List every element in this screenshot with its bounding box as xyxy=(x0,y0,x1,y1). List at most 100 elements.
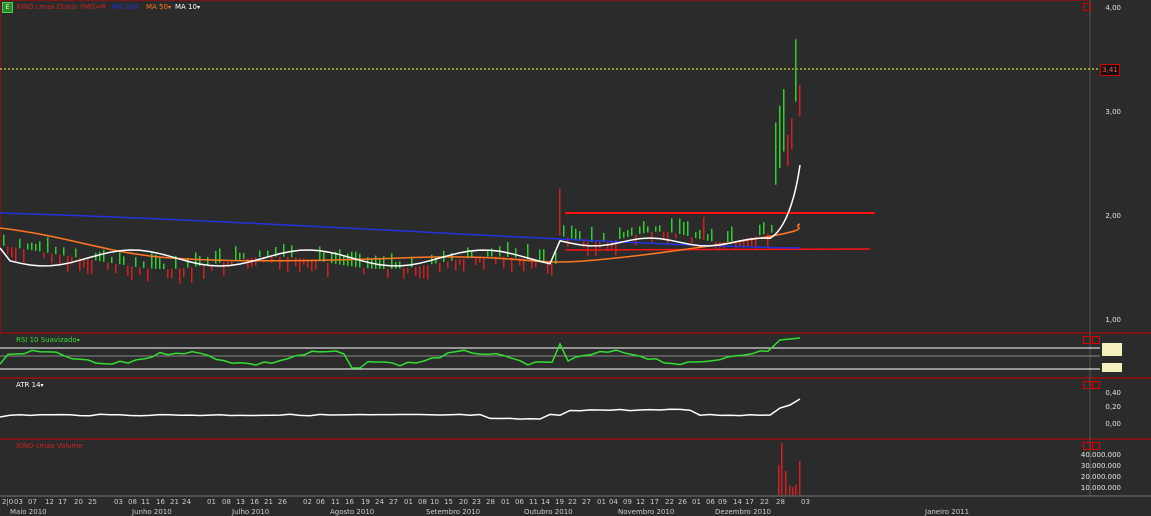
candle[interactable] xyxy=(791,118,793,150)
candle[interactable] xyxy=(295,257,297,267)
candle[interactable] xyxy=(771,224,773,233)
candle[interactable] xyxy=(527,243,529,260)
chart-canvas[interactable] xyxy=(0,0,1151,516)
candle[interactable] xyxy=(599,241,601,249)
volume-bars[interactable] xyxy=(778,443,801,495)
candle[interactable] xyxy=(87,259,89,275)
candle[interactable] xyxy=(131,266,133,281)
candle[interactable] xyxy=(171,268,173,279)
candle[interactable] xyxy=(507,241,509,257)
candle[interactable] xyxy=(387,269,389,279)
ma50-label[interactable]: MA 50▾ xyxy=(146,3,171,11)
ma10-label[interactable]: MA 10▾ xyxy=(175,3,200,11)
chevron-down-icon[interactable]: ▾ xyxy=(168,4,171,11)
candle[interactable] xyxy=(123,256,125,265)
candle[interactable] xyxy=(167,269,169,278)
candle[interactable] xyxy=(47,237,49,253)
chevron-down-icon[interactable]: ▾ xyxy=(197,4,200,11)
candle[interactable] xyxy=(191,267,193,283)
candle[interactable] xyxy=(127,265,129,276)
candle[interactable] xyxy=(203,265,205,279)
candle[interactable] xyxy=(639,226,641,234)
candle[interactable] xyxy=(339,249,341,265)
candle[interactable] xyxy=(647,226,649,233)
candle[interactable] xyxy=(427,264,429,280)
app-icon[interactable]: E xyxy=(2,2,13,13)
candle[interactable] xyxy=(23,248,25,263)
candle[interactable] xyxy=(99,251,101,262)
candle[interactable] xyxy=(251,257,253,267)
candle[interactable] xyxy=(11,247,13,258)
candle[interactable] xyxy=(763,222,765,235)
candle[interactable] xyxy=(487,251,489,257)
candle[interactable] xyxy=(483,256,485,270)
candle[interactable] xyxy=(75,248,77,258)
candle[interactable] xyxy=(683,221,685,235)
candle[interactable] xyxy=(643,221,645,234)
candle[interactable] xyxy=(583,240,585,248)
close-icon[interactable] xyxy=(1092,442,1100,450)
ma200-label[interactable]: MA 200 xyxy=(112,3,138,11)
candle[interactable] xyxy=(563,225,565,237)
candle[interactable] xyxy=(239,252,241,260)
volume-bar[interactable] xyxy=(781,443,783,495)
chevron-down-icon[interactable]: ▾ xyxy=(41,382,44,389)
candle[interactable] xyxy=(727,231,729,242)
candle[interactable] xyxy=(311,259,313,272)
candle[interactable] xyxy=(179,268,181,284)
candle[interactable] xyxy=(255,257,257,266)
candle[interactable] xyxy=(695,232,697,239)
candle[interactable] xyxy=(407,267,409,274)
candle[interactable] xyxy=(571,225,573,239)
candle[interactable] xyxy=(143,261,145,268)
candle[interactable] xyxy=(627,230,629,237)
candle[interactable] xyxy=(703,217,705,240)
candle[interactable] xyxy=(515,248,517,258)
candle[interactable] xyxy=(731,226,733,242)
candle[interactable] xyxy=(455,260,457,271)
candle[interactable] xyxy=(447,261,449,269)
candle[interactable] xyxy=(539,249,541,262)
candle[interactable] xyxy=(547,262,549,274)
candle[interactable] xyxy=(315,260,317,270)
candle[interactable] xyxy=(35,244,37,251)
candle[interactable] xyxy=(675,233,677,239)
candle[interactable] xyxy=(267,250,269,257)
candle[interactable] xyxy=(551,263,553,276)
candle[interactable] xyxy=(119,252,121,265)
candle[interactable] xyxy=(27,243,29,250)
candle[interactable] xyxy=(423,265,425,279)
candle[interactable] xyxy=(391,253,393,269)
candle[interactable] xyxy=(283,243,285,257)
candle[interactable] xyxy=(215,251,217,264)
candle[interactable] xyxy=(463,258,465,272)
candle[interactable] xyxy=(259,250,261,258)
candle[interactable] xyxy=(699,229,701,240)
candle[interactable] xyxy=(543,249,545,262)
candle[interactable] xyxy=(631,227,633,236)
volume-bar[interactable] xyxy=(792,487,794,495)
candle[interactable] xyxy=(775,122,777,185)
candle[interactable] xyxy=(795,39,797,102)
candle[interactable] xyxy=(707,233,709,241)
volume-bar[interactable] xyxy=(799,461,801,495)
candle[interactable] xyxy=(687,221,689,236)
candle[interactable] xyxy=(787,134,789,167)
candle[interactable] xyxy=(111,256,113,264)
candle[interactable] xyxy=(331,252,333,264)
candle[interactable] xyxy=(619,227,621,239)
candle[interactable] xyxy=(103,249,105,262)
candle[interactable] xyxy=(303,258,305,265)
candle[interactable] xyxy=(107,262,109,270)
candle[interactable] xyxy=(759,224,761,236)
candle[interactable] xyxy=(399,261,401,269)
candle[interactable] xyxy=(55,246,57,255)
candle[interactable] xyxy=(403,268,405,279)
candle[interactable] xyxy=(279,256,281,270)
candle[interactable] xyxy=(623,232,625,238)
candle[interactable] xyxy=(223,262,225,276)
candle[interactable] xyxy=(711,228,713,242)
price-pane[interactable] xyxy=(0,0,1091,334)
close-icon[interactable] xyxy=(1083,336,1091,344)
candle[interactable] xyxy=(475,257,477,265)
